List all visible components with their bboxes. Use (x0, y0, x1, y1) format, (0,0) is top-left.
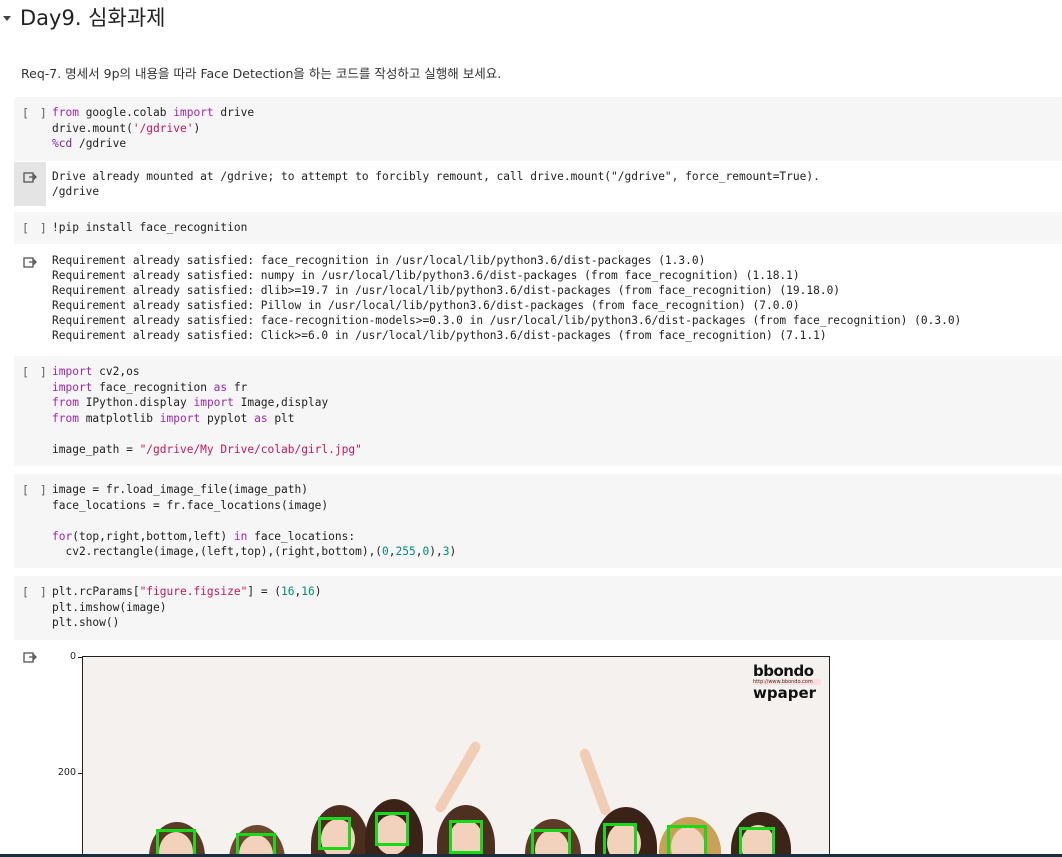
code-cell-imports[interactable]: [ ] import cv2,os import face_recognitio… (14, 356, 1062, 466)
code-line: import face_recognition as fr (52, 380, 248, 394)
face-detection-box (449, 820, 483, 854)
logo-text: bbondo (753, 662, 814, 680)
y-tick-label: 200 (57, 767, 76, 778)
code-line: cv2.rectangle(image,(left,top),(right,bo… (52, 545, 457, 559)
output-line: Requirement already satisfied: face_reco… (52, 254, 706, 267)
face-detection-box (667, 825, 707, 857)
code-editor[interactable]: plt.rcParams["figure.figsize"] = (16,16)… (52, 584, 322, 631)
output-line: Requirement already satisfied: face-reco… (52, 314, 962, 328)
plot-image: bbondo http://www.bbondo.com wpaper (82, 656, 830, 857)
output-area-mount: Drive already mounted at /gdrive; to att… (14, 162, 1062, 208)
output-line: Requirement already satisfied: Click>=6.… (52, 329, 827, 343)
code-line: plt.imshow(image) (52, 600, 167, 614)
face-detection-box (603, 823, 637, 857)
code-line: for(top,right,bottom,left) in face_locat… (52, 529, 356, 543)
output-area-pip: Requirement already satisfied: face_reco… (14, 246, 1062, 346)
code-cell-pip-install[interactable]: [ ] !pip install face_recognition (14, 212, 1062, 244)
photo-arm (433, 739, 483, 815)
code-cell-plot[interactable]: [ ] plt.rcParams["figure.figsize"] = (16… (14, 576, 1062, 640)
code-line: drive.mount('/gdrive') (52, 121, 201, 135)
output-arrow-icon (23, 172, 37, 183)
run-cell-button[interactable]: [ ] (22, 483, 49, 497)
code-line: face_locations = fr.face_locations(image… (52, 498, 329, 512)
output-line: Requirement already satisfied: dlib>=19.… (52, 284, 841, 298)
output-line: Drive already mounted at /gdrive; to att… (52, 170, 820, 183)
face-detection-box (318, 817, 351, 850)
code-line: from IPython.display import Image,displa… (52, 396, 329, 410)
output-arrow-icon[interactable] (23, 255, 37, 269)
code-line: plt.rcParams["figure.figsize"] = (16,16) (52, 585, 322, 598)
code-line: image = fr.load_image_file(image_path) (52, 483, 308, 496)
run-cell-button[interactable]: [ ] (22, 221, 49, 235)
collapse-caret-icon[interactable] (3, 15, 11, 21)
code-line: from google.colab import drive (52, 106, 255, 119)
output-icon-box[interactable] (14, 162, 46, 206)
code-line: !pip install face_recognition (52, 221, 248, 234)
code-line: import cv2,os (52, 365, 140, 378)
run-cell-button[interactable]: [ ] (22, 106, 49, 120)
face-detection-box (156, 829, 196, 857)
run-cell-button[interactable]: [ ] (22, 585, 49, 599)
output-line: Requirement already satisfied: numpy in … (52, 269, 800, 283)
output-text: Drive already mounted at /gdrive; to att… (52, 169, 820, 199)
code-editor[interactable]: image = fr.load_image_file(image_path) f… (52, 482, 456, 560)
output-line: Requirement already satisfied: Pillow in… (52, 299, 800, 313)
code-cell-mount-drive[interactable]: [ ] from google.colab import drive drive… (14, 97, 1062, 161)
face-detection-box (739, 827, 775, 857)
section-header[interactable]: Day9. 심화과제 (0, 0, 165, 34)
output-line: /gdrive (52, 185, 100, 199)
code-line: from matplotlib import pyplot as plt (52, 411, 295, 425)
code-editor[interactable]: import cv2,os import face_recognition as… (52, 364, 362, 458)
code-line: plt.show() (52, 616, 120, 630)
photo-arm (578, 747, 612, 817)
markdown-text-cell[interactable]: Req-7. 명세서 9p의 내용을 따라 Face Detection을 하는… (21, 63, 501, 82)
face-detection-box (375, 812, 409, 846)
logo-text: wpaper (753, 684, 817, 702)
section-title: Day9. 심화과제 (20, 6, 166, 30)
face-detection-box (531, 829, 571, 857)
code-line: %cd /gdrive (52, 137, 127, 151)
output-arrow-icon[interactable] (23, 650, 37, 664)
watermark-logo: bbondo http://www.bbondo.com wpaper (753, 663, 821, 705)
code-editor[interactable]: from google.colab import drive drive.mou… (52, 105, 254, 152)
y-tick-label: 0 (69, 651, 76, 662)
run-cell-button[interactable]: [ ] (22, 365, 49, 379)
code-cell-face-locations[interactable]: [ ] image = fr.load_image_file(image_pat… (14, 474, 1062, 568)
output-text: Requirement already satisfied: face_reco… (52, 253, 961, 344)
code-editor[interactable]: !pip install face_recognition (52, 220, 247, 236)
code-line: image_path = "/gdrive/My Drive/colab/gir… (52, 442, 362, 456)
